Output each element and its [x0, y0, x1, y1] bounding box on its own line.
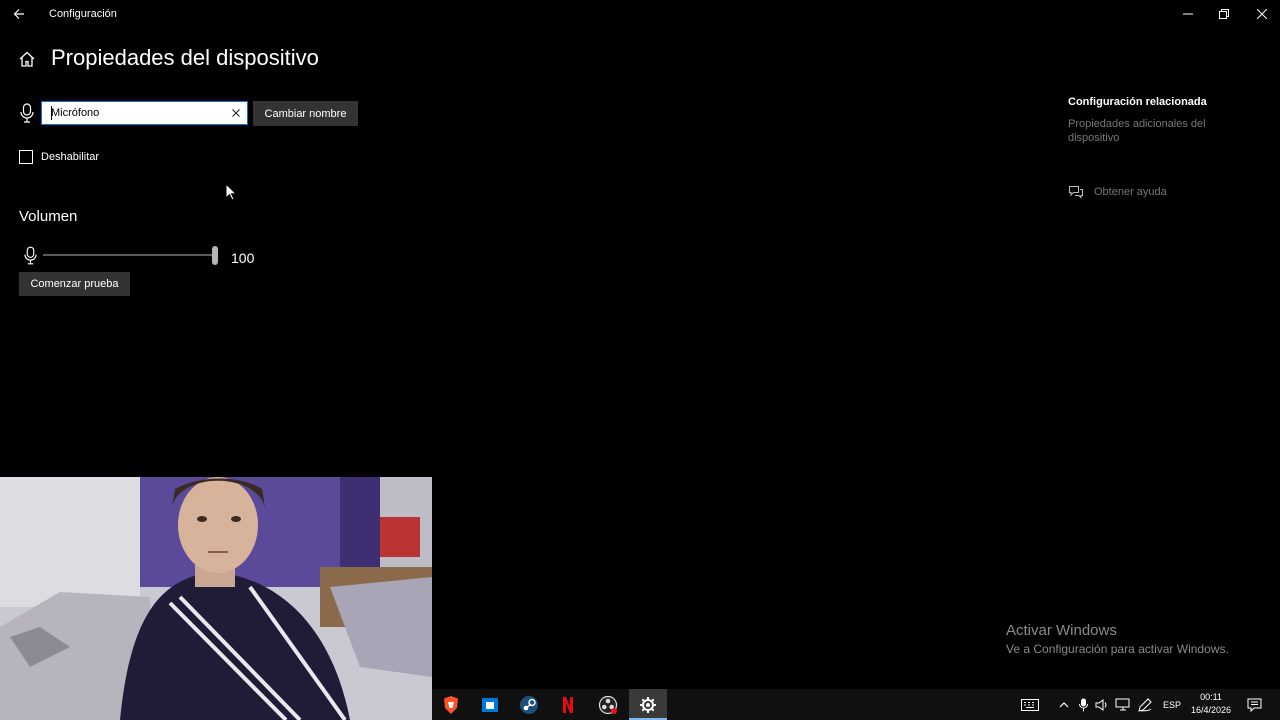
touch-keyboard-icon[interactable]: [1018, 689, 1042, 720]
home-icon[interactable]: [18, 50, 38, 70]
activation-watermark-title: Activar Windows: [1006, 622, 1117, 639]
netflix-icon[interactable]: [549, 689, 587, 720]
minimize-icon[interactable]: [1170, 0, 1206, 28]
microphone-icon: [20, 103, 34, 123]
obs-icon[interactable]: [589, 689, 627, 720]
window-title: Configuración: [49, 8, 117, 20]
device-name-input[interactable]: [42, 102, 222, 124]
clock[interactable]: 00:11 16/4/2026: [1186, 691, 1236, 717]
disable-label[interactable]: Deshabilitar: [41, 151, 99, 163]
network-icon[interactable]: [1113, 689, 1133, 720]
get-help-link[interactable]: Obtener ayuda: [1094, 186, 1167, 198]
text-caret: [51, 106, 52, 120]
store-icon[interactable]: [471, 689, 509, 720]
volume-value: 100: [231, 250, 255, 266]
language-indicator[interactable]: ESP: [1159, 689, 1185, 720]
activation-watermark-subtitle: Ve a Configuración para activar Windows.: [1006, 642, 1229, 656]
page-title: Propiedades del dispositivo: [51, 45, 319, 70]
chevron-up-icon[interactable]: [1056, 689, 1072, 720]
close-icon[interactable]: [1244, 0, 1280, 28]
brave-icon[interactable]: [432, 689, 470, 720]
microphone-icon[interactable]: [1075, 689, 1091, 720]
pen-icon[interactable]: [1135, 689, 1155, 720]
volume-heading: Volumen: [19, 208, 78, 225]
additional-properties-link[interactable]: Propiedades adicionales del dispositivo: [1068, 117, 1248, 145]
settings-icon[interactable]: [629, 689, 667, 720]
webcam-overlay: [0, 477, 432, 720]
clear-icon[interactable]: [230, 107, 242, 119]
disable-checkbox[interactable]: [19, 150, 33, 164]
volume-slider-thumb[interactable]: [212, 246, 218, 265]
speaker-icon[interactable]: [1093, 689, 1111, 720]
related-settings-heading: Configuración relacionada: [1068, 96, 1207, 108]
clock-time: 00:11: [1200, 692, 1222, 702]
steam-icon[interactable]: [510, 689, 548, 720]
back-arrow-icon[interactable]: [6, 2, 32, 26]
device-name-field[interactable]: [41, 101, 248, 125]
rename-button[interactable]: Cambiar nombre: [253, 101, 358, 126]
start-test-button[interactable]: Comenzar prueba: [19, 272, 130, 296]
mouse-cursor-icon: [225, 183, 237, 201]
taskbar: ESP 00:11 16/4/2026: [432, 689, 1280, 720]
notification-icon[interactable]: [1244, 689, 1266, 720]
restore-icon[interactable]: [1206, 0, 1242, 28]
microphone-icon: [24, 246, 37, 265]
volume-slider-track[interactable]: [43, 254, 215, 256]
clock-date: 16/4/2026: [1190, 705, 1232, 715]
chat-help-icon: [1068, 184, 1084, 200]
